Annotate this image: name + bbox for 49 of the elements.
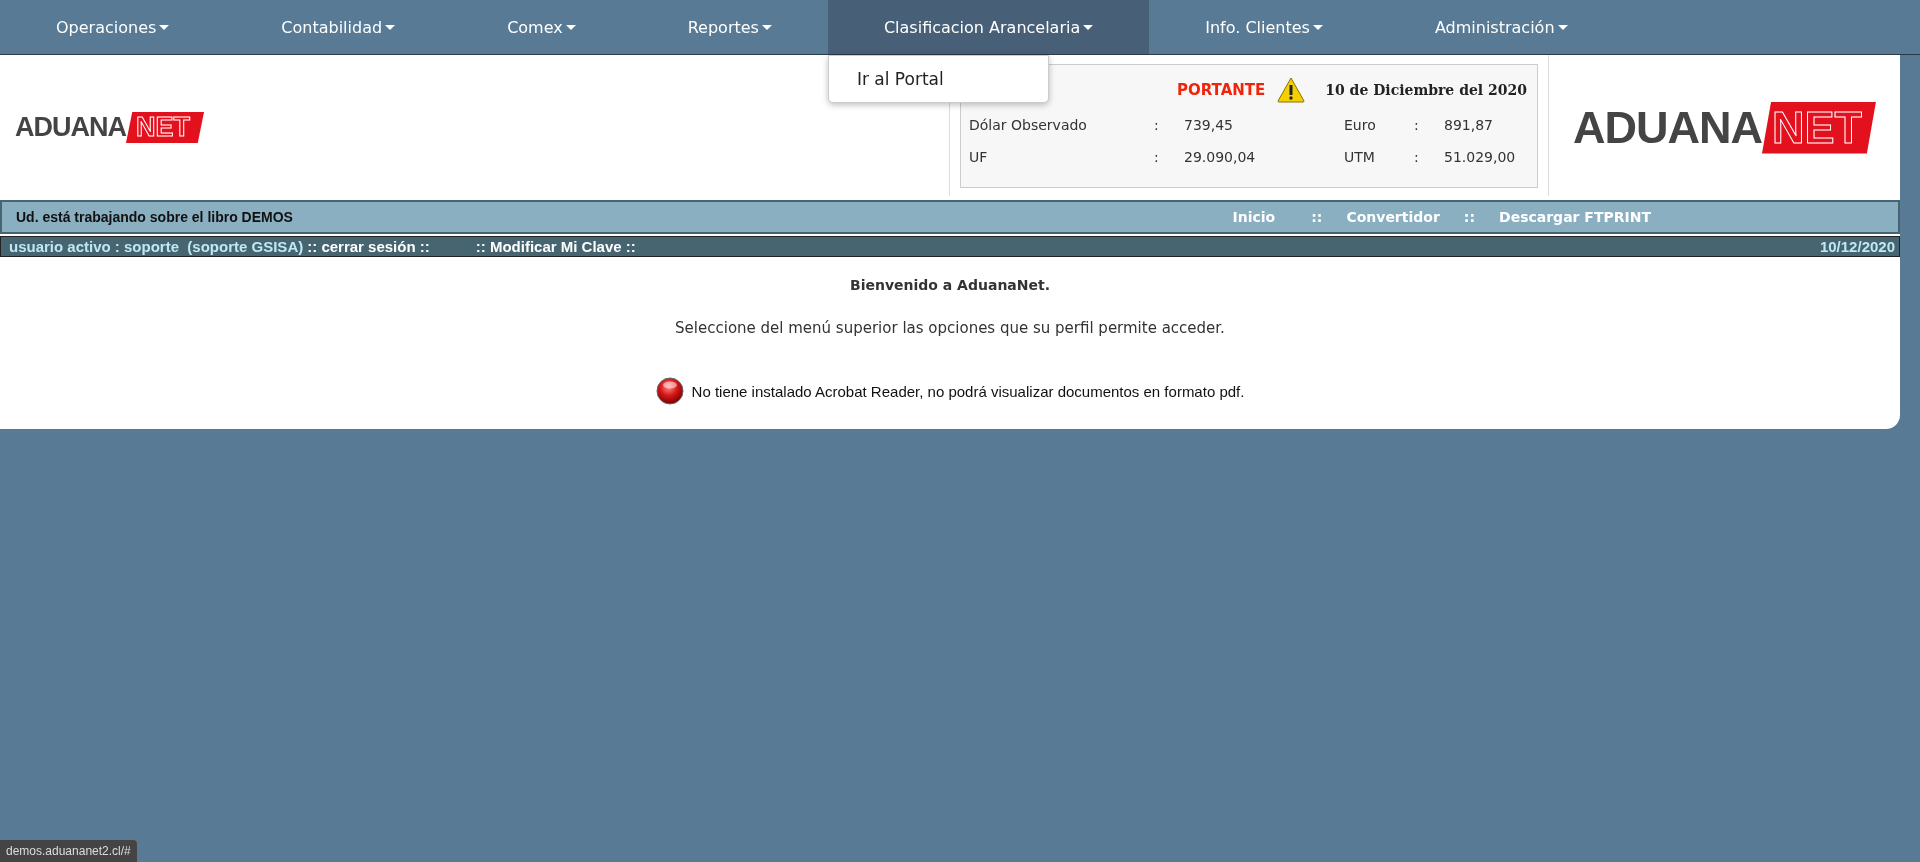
caret-icon [1312,24,1323,30]
rate-label: Dólar Observado [969,117,1088,133]
notice-label: PORTANTE [1177,81,1266,99]
separator-text: :: [1463,209,1475,225]
date-text: 10/12/2020 [1819,238,1895,255]
nav-link[interactable]: Convertidor [1346,209,1440,225]
logo-badge: NET [1762,101,1876,154]
status-ball-icon [655,377,684,405]
user-link[interactable]: :: Modificar Mi Clave :: [475,238,636,255]
separator-text: : [1154,117,1160,133]
nav-link[interactable]: Descargar FTPRINT [1499,209,1651,225]
separator-text: : [1154,149,1160,165]
nav-link[interactable]: Inicio [1232,209,1276,225]
rate-label: Euro [1344,117,1377,133]
warning-text: No tiene instalado Acrobat Reader, no podrá visualizar documentos en formato pdf. [691,382,1245,400]
rate-value: 51.029,00 [1444,149,1517,165]
separator-text: : [1414,149,1420,165]
rate-value: 739,45 [1184,117,1234,133]
nav-menu-item[interactable]: Clasificacion Arancelaria [827,0,1150,54]
rate-label: UF [969,149,989,165]
user-link[interactable]: :: cerrar sesión :: [307,238,430,255]
status-url: demos.aduananet2.cl/# [0,840,137,862]
warning-icon [1277,77,1306,103]
rate-value: 891,87 [1444,117,1494,133]
menu-item[interactable]: Ir al Portal [828,56,1048,102]
caret-icon [565,24,576,30]
caret-icon [1083,24,1094,30]
welcome-text: Seleccione del menú superior las opciones que su perfil permite acceder. [675,319,1225,337]
caret-icon [761,24,772,30]
caret-icon [385,24,396,30]
book-text: Ud. está trabajando sobre el libro DEMOS [15,209,294,225]
caret-icon [1557,24,1568,30]
logo-badge: NET [126,112,204,143]
welcome-title: Bienvenido a AduanaNet. [849,277,1051,293]
logo-wordmark: ADUANA [15,112,126,143]
nav-menu-item[interactable]: Info. Clientes [1149,0,1379,54]
separator-text: :: [1311,209,1323,225]
nav-menu-item[interactable]: Comex [451,0,632,54]
nav-menu-item[interactable]: Administración [1378,0,1624,54]
logo-wordmark: ADUANA [1573,101,1762,154]
nav-menu-item[interactable]: Operaciones [0,0,226,54]
date-text: 10 de Diciembre del 2020 [1325,82,1527,98]
separator-text: : [1414,117,1420,133]
nav-menu-item[interactable]: Contabilidad [225,0,452,54]
active-user-text: usuario activo : soporte (soporte GSISA) [9,238,304,255]
caret-icon [159,24,170,30]
rate-value: 29.090,04 [1184,149,1257,165]
rate-label: UTM [1344,149,1376,165]
nav-menu-item[interactable]: Reportes [631,0,828,54]
